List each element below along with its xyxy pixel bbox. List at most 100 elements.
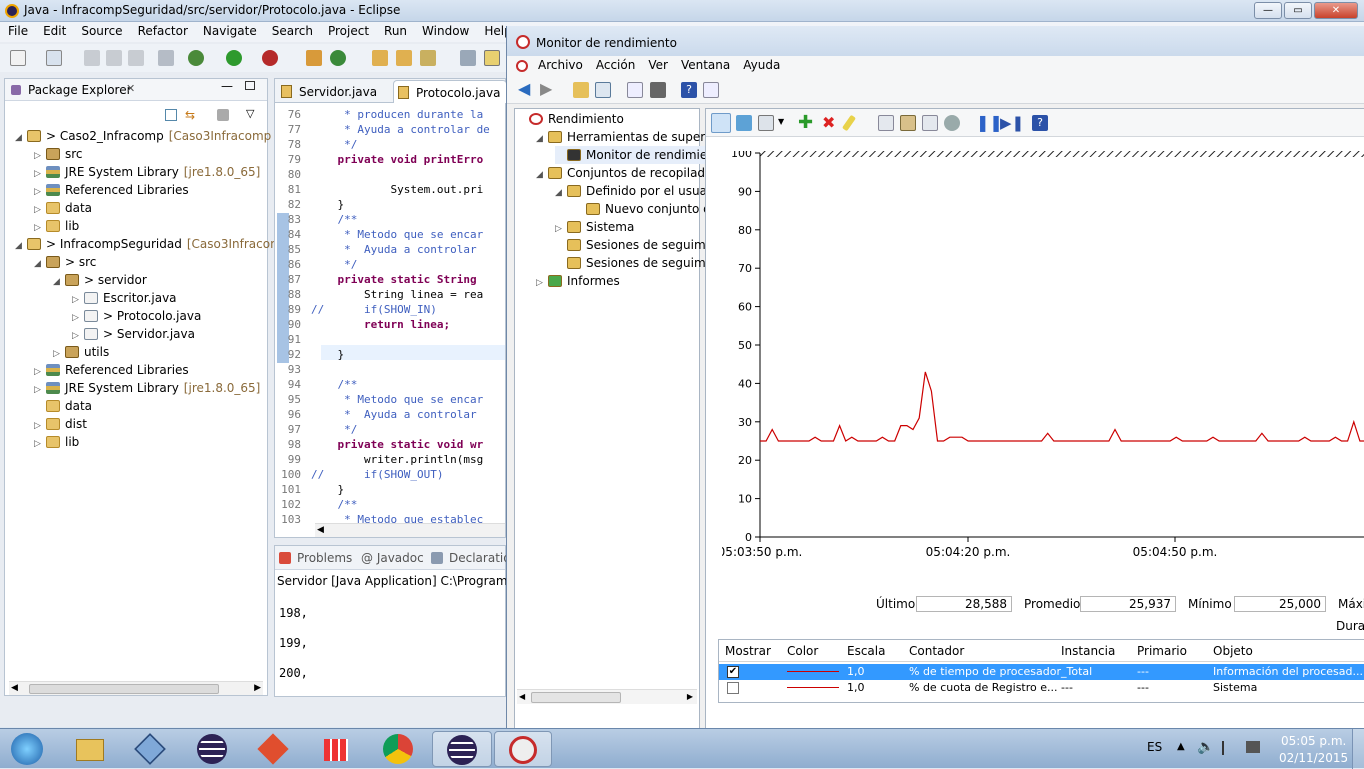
pm-tree-item[interactable]: ▷ Sistema <box>555 218 634 236</box>
collapsed-arrow-icon[interactable]: ▷ <box>34 435 46 453</box>
expanded-arrow-icon[interactable]: ◢ <box>15 129 27 147</box>
code-line[interactable]: 79 private void printErro <box>275 152 483 167</box>
col-instancia[interactable]: Instancia <box>1061 644 1115 658</box>
col-color[interactable]: Color <box>787 644 818 658</box>
tree-item[interactable]: ▷ lib <box>34 217 79 235</box>
tab-problems[interactable]: Problems <box>297 551 352 565</box>
focus-icon[interactable] <box>217 109 229 121</box>
show-hidden-icons-icon[interactable]: ▲ <box>1177 741 1185 752</box>
menu-file[interactable]: File <box>0 22 35 38</box>
show-checkbox[interactable]: ✔ <box>727 666 739 678</box>
tree-hscroll-thumb[interactable] <box>531 692 621 703</box>
view-icon[interactable] <box>703 82 719 98</box>
tab-javadoc[interactable]: @ Javadoc <box>361 551 424 565</box>
expanded-arrow-icon[interactable]: ◢ <box>536 130 548 148</box>
tree-item[interactable]: ▷ lib <box>34 433 79 451</box>
code-line[interactable]: 92 } <box>275 347 344 362</box>
tree-item[interactable]: ▷ Referenced Libraries <box>34 181 189 199</box>
action-center-flag-icon[interactable] <box>1222 741 1234 755</box>
paste-counter-list-icon[interactable] <box>900 115 916 131</box>
zoom-icon[interactable] <box>944 115 960 131</box>
delete-counter-icon[interactable]: ✖ <box>822 115 838 131</box>
pm-tree-item[interactable]: ◢ Definido por el usuario <box>555 182 723 200</box>
code-line[interactable]: 85 * Ayuda a controlar <box>275 242 477 257</box>
code-line[interactable]: 102 /** <box>275 497 357 512</box>
volume-icon[interactable]: 🔈 <box>1197 739 1214 755</box>
expanded-arrow-icon[interactable]: ◢ <box>15 237 27 255</box>
tree-item[interactable]: ▷ JRE System Library [jre1.8.0_65] <box>34 379 260 397</box>
skip-breakpoints-icon[interactable] <box>158 50 174 66</box>
tree-item[interactable]: ▷ src <box>34 145 83 163</box>
view-menu-icon[interactable]: ▽ <box>246 107 254 120</box>
input-language[interactable]: ES <box>1147 740 1162 754</box>
counter-row[interactable]: 1,0 % de cuota de Registro e... --- --- … <box>719 680 1364 696</box>
pm-menu-0[interactable]: Archivo <box>531 56 589 72</box>
help-icon[interactable]: ? <box>1032 115 1048 131</box>
highlight-icon[interactable] <box>841 114 857 132</box>
expanded-arrow-icon[interactable]: ◢ <box>53 273 65 291</box>
new-java-class-icon[interactable] <box>330 50 346 66</box>
clock-date[interactable]: 02/11/2015 <box>1279 751 1348 765</box>
system-menu-icon[interactable] <box>516 60 528 72</box>
package-hscroll-thumb[interactable] <box>29 684 219 694</box>
expanded-arrow-icon[interactable]: ◢ <box>34 255 46 273</box>
code-line[interactable]: 82 } <box>275 197 344 212</box>
code-line[interactable]: 88 String linea = rea <box>275 287 483 302</box>
code-line[interactable]: 99 writer.println(msg <box>275 452 483 467</box>
eclipse-title-bar[interactable]: Java - InfracompSeguridad/src/servidor/P… <box>0 0 1364 22</box>
graph-type-dropdown-icon[interactable]: ▼ <box>778 117 784 126</box>
pm-menu-3[interactable]: Ventana <box>674 56 736 72</box>
menu-run[interactable]: Run <box>376 22 414 38</box>
code-line[interactable]: 78 */ <box>275 137 358 152</box>
open-task-icon[interactable] <box>396 50 412 66</box>
update-data-icon[interactable]: ▶❚ <box>1000 115 1024 131</box>
start-button[interactable] <box>4 731 50 767</box>
menu-edit[interactable]: Edit <box>35 22 73 38</box>
freeze-display-icon[interactable]: ❚❚ <box>976 115 1003 131</box>
menu-refactor[interactable]: Refactor <box>130 22 195 38</box>
tree-item[interactable]: ▷ Escritor.java <box>72 289 177 307</box>
change-graph-type-icon[interactable] <box>758 115 774 131</box>
code-editor[interactable]: Servidor.java Protocolo.java 76 * produc… <box>274 78 507 538</box>
package-hscrollbar[interactable]: ◀ ▶ <box>9 681 263 695</box>
taskbar-apps[interactable] <box>310 731 362 767</box>
pm-menu-1[interactable]: Acción <box>589 56 641 72</box>
clock-time[interactable]: 05:05 p.m. <box>1281 734 1346 748</box>
code-area[interactable]: 76 * producen durante la 77 * Ayuda a con… <box>275 107 505 527</box>
performance-line-chart[interactable]: 0102030405060708090100 05:03:50 p.m. 05:0… <box>722 151 1364 581</box>
copy-properties-icon[interactable] <box>878 115 894 131</box>
pm-tree-item[interactable]: ◢ Herramientas de supervisió <box>536 128 733 146</box>
code-line[interactable]: 101 } <box>275 482 344 497</box>
show-desktop-button[interactable] <box>1352 729 1364 769</box>
perfmon-title-bar[interactable]: Monitor de rendimiento <box>507 26 1364 56</box>
tree-item[interactable]: ▷ Referenced Libraries <box>34 361 189 379</box>
code-line[interactable]: 81 System.out.pri <box>275 182 483 197</box>
code-line[interactable]: 95 * Metodo que se encar <box>275 392 483 407</box>
menu-project[interactable]: Project <box>320 22 376 38</box>
view-log-data-icon[interactable] <box>736 115 752 131</box>
code-line[interactable]: 96 * Ayuda a controlar <box>275 407 477 422</box>
show-hide-tree-icon[interactable] <box>595 82 611 98</box>
close-button[interactable]: ✕ <box>1314 2 1358 19</box>
menu-source[interactable]: Source <box>73 22 129 38</box>
close-view-icon[interactable]: ✕ <box>126 82 135 95</box>
pm-tree-item[interactable]: ◢ Conjuntos de recopiladore <box>536 164 724 182</box>
taskbar-explorer[interactable] <box>64 731 116 767</box>
taskbar-git[interactable] <box>248 731 300 767</box>
tree-item[interactable]: ▷ dist <box>34 415 87 433</box>
maximize-view-icon[interactable] <box>245 81 255 90</box>
tree-item[interactable]: ◢ > Caso2_Infracomp [Caso3Infracomp ma <box>15 127 294 145</box>
taskbar-perfmon[interactable] <box>494 731 552 767</box>
collapsed-arrow-icon[interactable]: ▷ <box>536 274 548 292</box>
save-icon[interactable] <box>84 50 100 66</box>
tree-item[interactable]: ▷ > Servidor.java <box>72 325 195 343</box>
up-folder-icon[interactable] <box>573 82 589 98</box>
code-line[interactable]: 91 <box>275 332 311 347</box>
pm-tree-item[interactable]: Monitor de rendimiento <box>555 146 727 164</box>
counter-row[interactable]: ✔ 1,0 % de tiempo de procesador _Total -… <box>719 664 1364 680</box>
code-line[interactable]: 84 * Metodo que se encar <box>275 227 483 242</box>
code-line[interactable]: 97 */ <box>275 422 358 437</box>
menu-search[interactable]: Search <box>264 22 320 38</box>
code-line[interactable]: 76 * producen durante la <box>275 107 483 122</box>
pm-menu-2[interactable]: Ver <box>641 56 674 72</box>
